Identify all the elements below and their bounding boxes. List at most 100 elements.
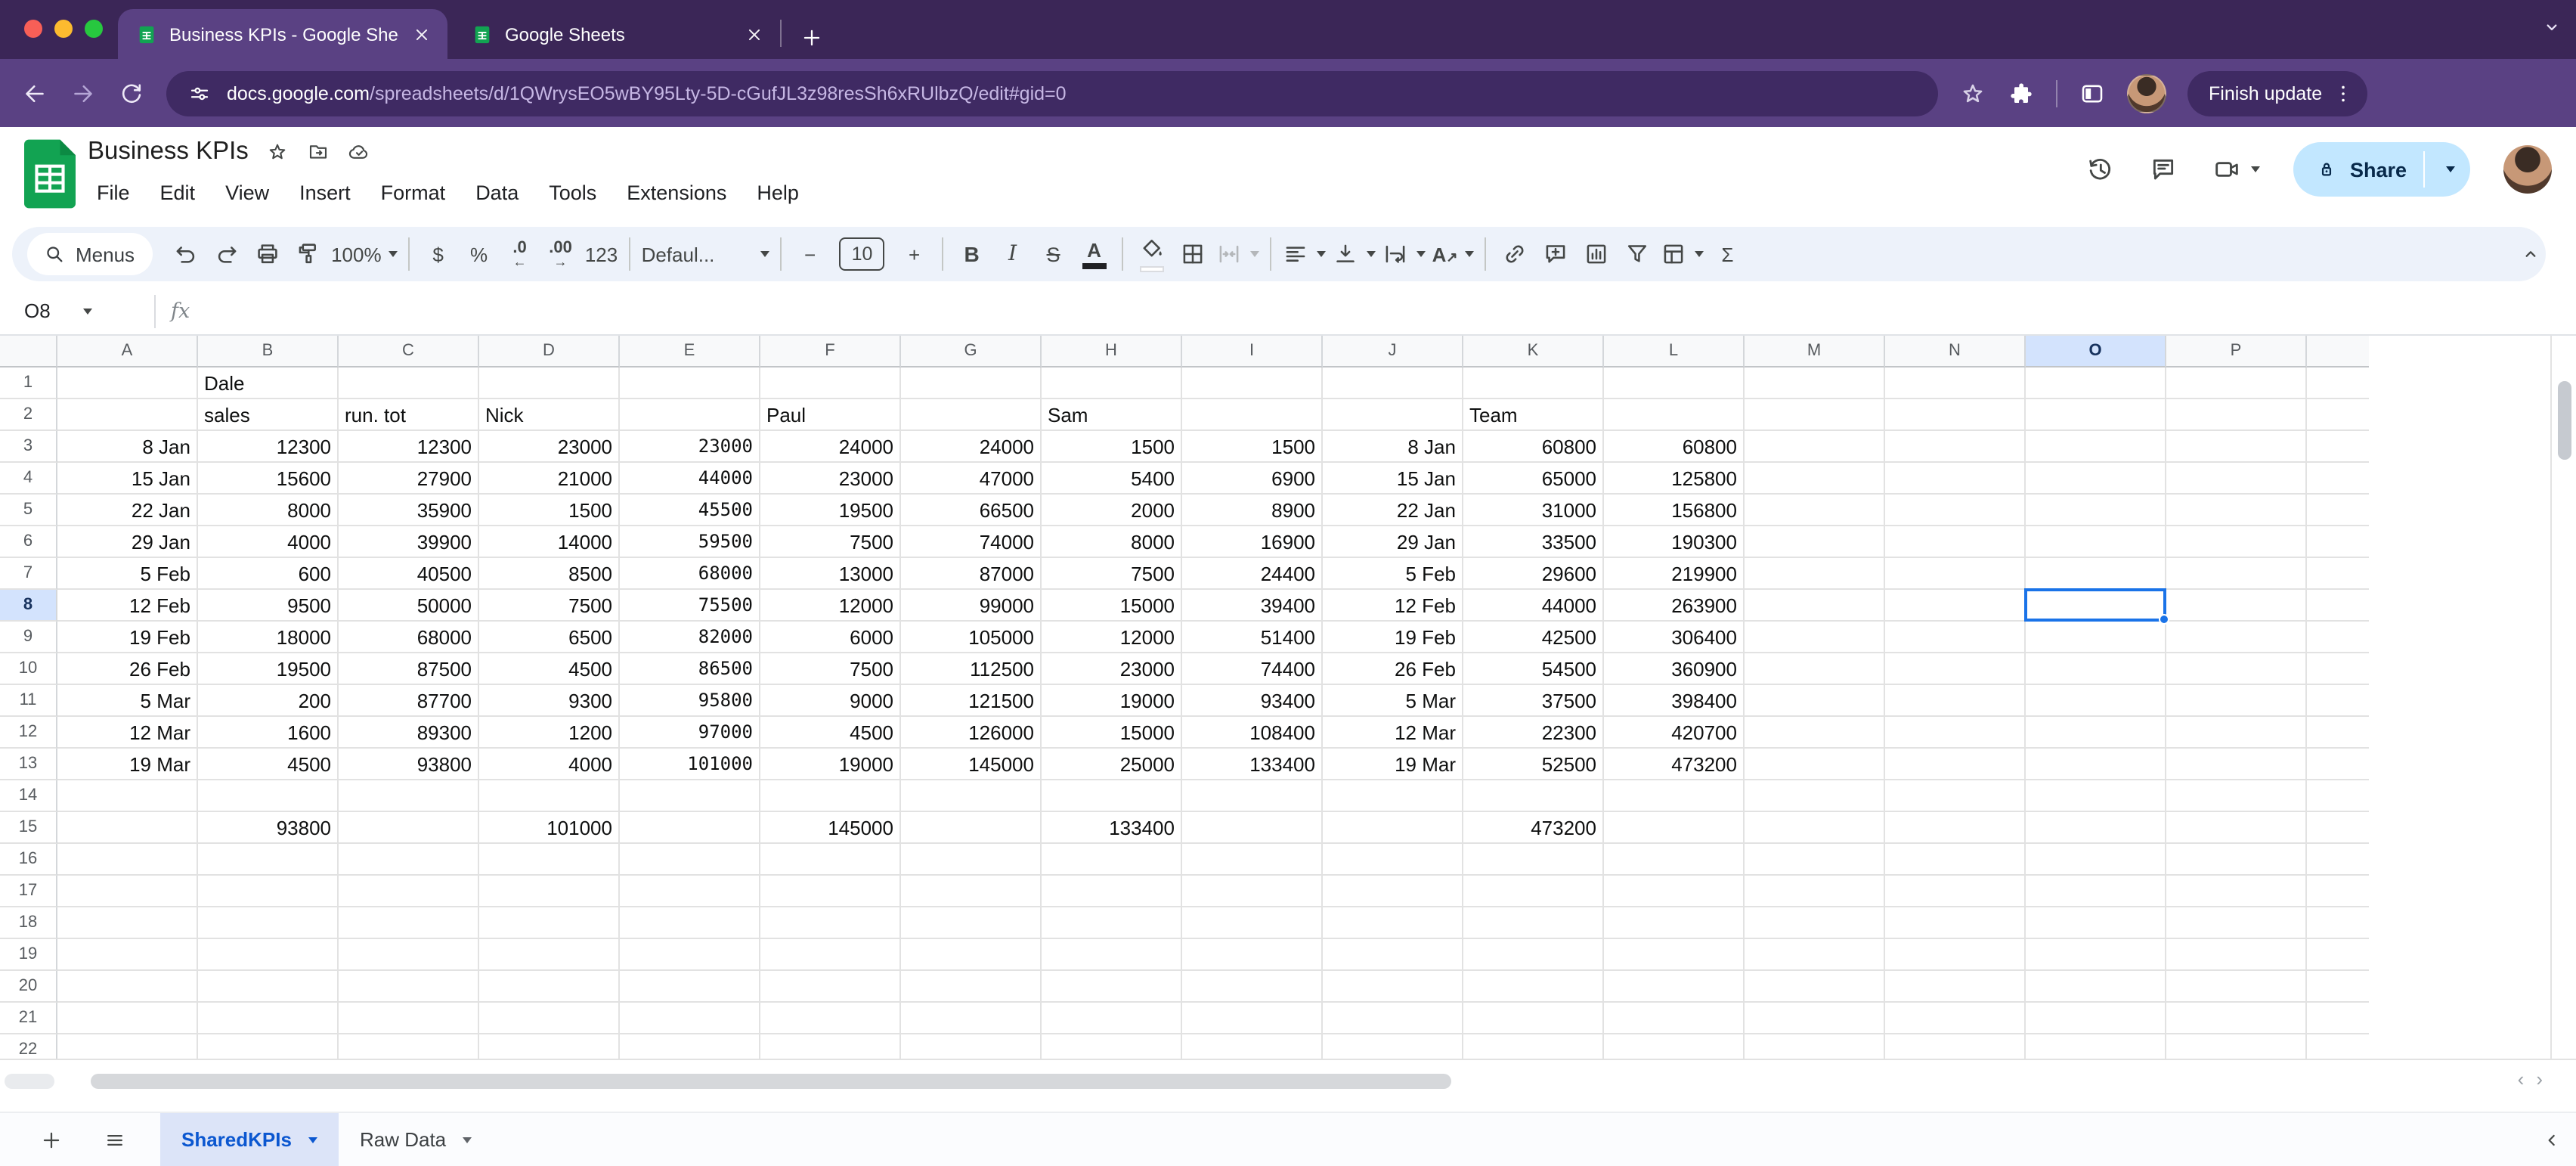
cell-B4[interactable]: 15600 <box>198 463 339 495</box>
cell-N3[interactable] <box>1885 431 2026 463</box>
cell-L16[interactable] <box>1604 844 1745 876</box>
strikethrough-button[interactable]: S <box>1033 233 1074 275</box>
version-history-icon[interactable] <box>2085 154 2116 185</box>
text-color-button[interactable]: A <box>1074 233 1115 275</box>
cell-B8[interactable]: 9500 <box>198 590 339 622</box>
cell-partial[interactable] <box>2307 876 2369 907</box>
cell-E19[interactable] <box>620 939 760 971</box>
cell-A20[interactable] <box>57 971 198 1003</box>
close-tab-icon[interactable] <box>411 23 432 45</box>
cell-O9[interactable] <box>2026 622 2166 653</box>
cell-F6[interactable]: 7500 <box>760 526 901 558</box>
cell-D12[interactable]: 1200 <box>479 717 620 749</box>
cell-K14[interactable] <box>1463 780 1604 812</box>
cell-G6[interactable]: 74000 <box>901 526 1042 558</box>
cell-L2[interactable] <box>1604 399 1745 431</box>
cell-C10[interactable]: 87500 <box>339 653 479 685</box>
row-header-13[interactable]: 13 <box>0 749 57 780</box>
cell-partial[interactable] <box>2307 431 2369 463</box>
increase-font-size-button[interactable]: + <box>894 233 935 275</box>
cell-H19[interactable] <box>1042 939 1182 971</box>
cell-I12[interactable]: 108400 <box>1182 717 1323 749</box>
cell-M15[interactable] <box>1745 812 1885 844</box>
cell-M4[interactable] <box>1745 463 1885 495</box>
cell-B17[interactable] <box>198 876 339 907</box>
cell-K20[interactable] <box>1463 971 1604 1003</box>
row-header-14[interactable]: 14 <box>0 780 57 812</box>
cell-partial[interactable] <box>2307 653 2369 685</box>
cell-H2[interactable]: Sam <box>1042 399 1182 431</box>
cell-H7[interactable]: 7500 <box>1042 558 1182 590</box>
cell-P2[interactable] <box>2166 399 2307 431</box>
cell-partial[interactable] <box>2307 844 2369 876</box>
cell-I19[interactable] <box>1182 939 1323 971</box>
cell-G19[interactable] <box>901 939 1042 971</box>
cell-L5[interactable]: 156800 <box>1604 495 1745 526</box>
redo-icon[interactable] <box>206 233 246 275</box>
cell-D20[interactable] <box>479 971 620 1003</box>
cell-H21[interactable] <box>1042 1003 1182 1034</box>
cell-F2[interactable]: Paul <box>760 399 901 431</box>
cell-H14[interactable] <box>1042 780 1182 812</box>
cell-E1[interactable] <box>620 367 760 399</box>
cell-H10[interactable]: 23000 <box>1042 653 1182 685</box>
cell-G3[interactable]: 24000 <box>901 431 1042 463</box>
cell-B19[interactable] <box>198 939 339 971</box>
cell-K8[interactable]: 44000 <box>1463 590 1604 622</box>
cell-F22[interactable] <box>760 1034 901 1059</box>
cell-E8[interactable]: 75500 <box>620 590 760 622</box>
cell-B20[interactable] <box>198 971 339 1003</box>
wrap-icon[interactable] <box>1379 233 1429 275</box>
cell-J22[interactable] <box>1323 1034 1463 1059</box>
cell-C8[interactable]: 50000 <box>339 590 479 622</box>
cell-H17[interactable] <box>1042 876 1182 907</box>
selected-cell-outline[interactable] <box>2024 588 2166 622</box>
cell-P18[interactable] <box>2166 907 2307 939</box>
cell-H13[interactable]: 25000 <box>1042 749 1182 780</box>
cell-F16[interactable] <box>760 844 901 876</box>
cell-O20[interactable] <box>2026 971 2166 1003</box>
cell-G15[interactable] <box>901 812 1042 844</box>
cell-J16[interactable] <box>1323 844 1463 876</box>
cell-D18[interactable] <box>479 907 620 939</box>
cell-K7[interactable]: 29600 <box>1463 558 1604 590</box>
cell-I4[interactable]: 6900 <box>1182 463 1323 495</box>
sheets-logo[interactable] <box>24 139 76 216</box>
cell-K12[interactable]: 22300 <box>1463 717 1604 749</box>
cell-B7[interactable]: 600 <box>198 558 339 590</box>
column-header-A[interactable]: A <box>57 336 198 367</box>
cell-D13[interactable]: 4000 <box>479 749 620 780</box>
comments-icon[interactable] <box>2149 154 2179 185</box>
cell-H3[interactable]: 1500 <box>1042 431 1182 463</box>
cell-M21[interactable] <box>1745 1003 1885 1034</box>
row-header-9[interactable]: 9 <box>0 622 57 653</box>
browser-profile-avatar[interactable] <box>2127 73 2166 113</box>
cell-E15[interactable] <box>620 812 760 844</box>
cell-A18[interactable] <box>57 907 198 939</box>
cell-I6[interactable]: 16900 <box>1182 526 1323 558</box>
functions-button[interactable]: Σ <box>1707 233 1748 275</box>
cell-H12[interactable]: 15000 <box>1042 717 1182 749</box>
row-header-2[interactable]: 2 <box>0 399 57 431</box>
cell-H20[interactable] <box>1042 971 1182 1003</box>
cell-F3[interactable]: 24000 <box>760 431 901 463</box>
font-size-value[interactable]: 10 <box>840 237 885 271</box>
cell-D17[interactable] <box>479 876 620 907</box>
cell-L11[interactable]: 398400 <box>1604 685 1745 717</box>
menu-data[interactable]: Data <box>463 177 531 209</box>
cell-J9[interactable]: 19 Feb <box>1323 622 1463 653</box>
cell-I3[interactable]: 1500 <box>1182 431 1323 463</box>
cell-C1[interactable] <box>339 367 479 399</box>
menu-extensions[interactable]: Extensions <box>615 177 738 209</box>
cell-G7[interactable]: 87000 <box>901 558 1042 590</box>
cell-L9[interactable]: 306400 <box>1604 622 1745 653</box>
cell-K18[interactable] <box>1463 907 1604 939</box>
cell-O15[interactable] <box>2026 812 2166 844</box>
cell-N2[interactable] <box>1885 399 2026 431</box>
cell-G11[interactable]: 121500 <box>901 685 1042 717</box>
row-header-20[interactable]: 20 <box>0 971 57 1003</box>
cell-E3[interactable]: 23000 <box>620 431 760 463</box>
cell-G5[interactable]: 66500 <box>901 495 1042 526</box>
document-title[interactable]: Business KPIs <box>88 138 249 166</box>
zoom-select-button[interactable]: 100% <box>328 233 401 275</box>
